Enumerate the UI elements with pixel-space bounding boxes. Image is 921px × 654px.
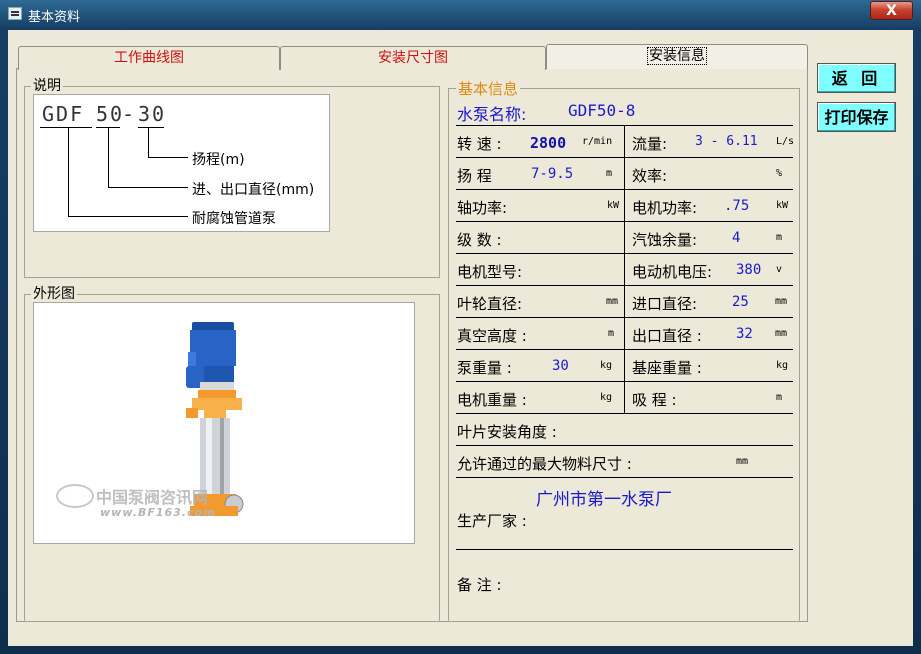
outlet-diameter-value: 32 — [736, 326, 753, 342]
flow-label: 流量: — [632, 135, 668, 153]
window: 基本资料 X 工作曲线图 安装尺寸图 安装信息 说明 GDF 50 - 30 扬… — [0, 0, 921, 654]
motor-voltage-label: 电动机电压: — [632, 263, 713, 281]
outlet-diameter-unit: mm — [775, 328, 788, 339]
motor-model-label: 电机型号: — [457, 263, 523, 281]
tab-install-dimensions[interactable]: 安装尺寸图 — [280, 46, 546, 70]
inlet-diameter-value: 25 — [732, 294, 749, 310]
model-dash: - — [122, 102, 137, 126]
leader-head-v — [148, 127, 149, 157]
suction-label: 吸 程 : — [632, 391, 677, 409]
app-icon — [8, 7, 22, 20]
motor-weight-label: 电机重量 : — [457, 391, 527, 409]
leader-diameter-v — [108, 127, 109, 187]
head-value: 7-9.5 — [531, 166, 574, 182]
pump-weight-unit: kg — [600, 360, 613, 371]
max-particle-label: 允许通过的最大物料尺寸 : — [457, 455, 632, 473]
title-bar: 基本资料 X — [0, 0, 921, 30]
leader-prefix-v — [68, 127, 69, 216]
tab-work-curve[interactable]: 工作曲线图 — [18, 46, 280, 70]
speed-value: 2800 — [530, 134, 567, 152]
window-title: 基本资料 — [28, 10, 81, 25]
motor-power-unit: kW — [776, 200, 789, 211]
description-label: 说明 — [31, 78, 63, 94]
close-button[interactable]: X — [870, 1, 913, 20]
model-head: 30 — [138, 102, 167, 126]
efficiency-label: 效率: — [632, 167, 668, 185]
vacuum-height-unit: m — [608, 328, 615, 339]
max-particle-unit: mm — [736, 456, 749, 467]
remark-label: 备 注 : — [457, 576, 502, 594]
manufacturer-label: 生产厂家 : — [457, 512, 527, 530]
stages-label: 级 数 : — [457, 231, 502, 249]
shaft-power-unit: kW — [607, 200, 620, 211]
npsh-unit: m — [776, 232, 783, 243]
manufacturer-value: 广州市第一水泵厂 — [536, 490, 672, 510]
pump-weight-value: 30 — [552, 358, 569, 374]
basic-info-label: 基本信息 — [456, 78, 521, 99]
pump-name-label: 水泵名称: — [457, 105, 527, 124]
vacuum-height-label: 真空高度 : — [457, 327, 527, 345]
watermark-logo-icon — [56, 484, 94, 508]
inlet-diameter-unit: mm — [775, 296, 788, 307]
legend-prefix: 耐腐蚀管道泵 — [192, 211, 276, 227]
impeller-diameter-unit: mm — [606, 296, 619, 307]
npsh-label: 汽蚀余量: — [632, 231, 698, 249]
grid-line — [456, 445, 793, 446]
pump-weight-label: 泵重量 : — [457, 359, 512, 377]
motor-power-label: 电机功率: — [632, 199, 698, 217]
back-button[interactable]: 返 回 — [817, 63, 896, 93]
model-diameter: 50 — [96, 102, 125, 126]
head-unit: m — [606, 168, 613, 179]
watermark-url: www.BF163.com — [100, 506, 216, 519]
shaft-power-label: 轴功率: — [457, 199, 508, 217]
flow-value: 3 - 6.11 — [695, 134, 758, 149]
motor-weight-unit: kg — [600, 392, 613, 403]
speed-unit: r/min — [582, 136, 613, 147]
tab-install-info[interactable]: 安装信息 — [546, 44, 808, 69]
model-prefix: GDF — [42, 102, 85, 126]
underline-head — [138, 127, 164, 128]
blade-angle-label: 叶片安装角度 : — [457, 423, 557, 441]
speed-label: 转 速 : — [457, 135, 502, 153]
watermark-text: 中国泵阀咨讯网 — [96, 488, 209, 507]
motor-power-value: .75 — [724, 198, 750, 214]
impeller-diameter-label: 叶轮直径: — [457, 295, 523, 313]
underline-prefix — [40, 127, 92, 128]
suction-unit: m — [776, 392, 783, 403]
motor-voltage-unit: v — [776, 264, 783, 275]
legend-head: 扬程(m) — [192, 152, 245, 168]
grid-line — [456, 549, 793, 550]
npsh-value: 4 — [732, 230, 741, 246]
efficiency-unit: % — [776, 168, 783, 179]
grid-line — [456, 413, 793, 414]
pump-name-value: GDF50-8 — [568, 101, 636, 120]
grid-line — [456, 477, 793, 478]
head-label: 扬 程 — [457, 167, 492, 185]
print-save-button[interactable]: 打印保存 — [817, 102, 896, 132]
base-weight-label: 基座重量 : — [632, 359, 702, 377]
leader-diameter-h — [108, 187, 188, 188]
grid-divider — [624, 125, 625, 413]
legend-diameter: 进、出口直径(mm) — [192, 182, 315, 198]
leader-head-h — [148, 157, 188, 158]
tab-install-info-label: 安装信息 — [647, 47, 707, 65]
flow-unit: L/s — [776, 136, 795, 147]
inlet-diameter-label: 进口直径: — [632, 295, 698, 313]
motor-voltage-value: 380 — [736, 262, 762, 278]
leader-prefix-h — [68, 216, 188, 217]
base-weight-unit: kg — [776, 360, 789, 371]
appearance-label: 外形图 — [31, 286, 77, 302]
outlet-diameter-label: 出口直径 : — [632, 327, 702, 345]
